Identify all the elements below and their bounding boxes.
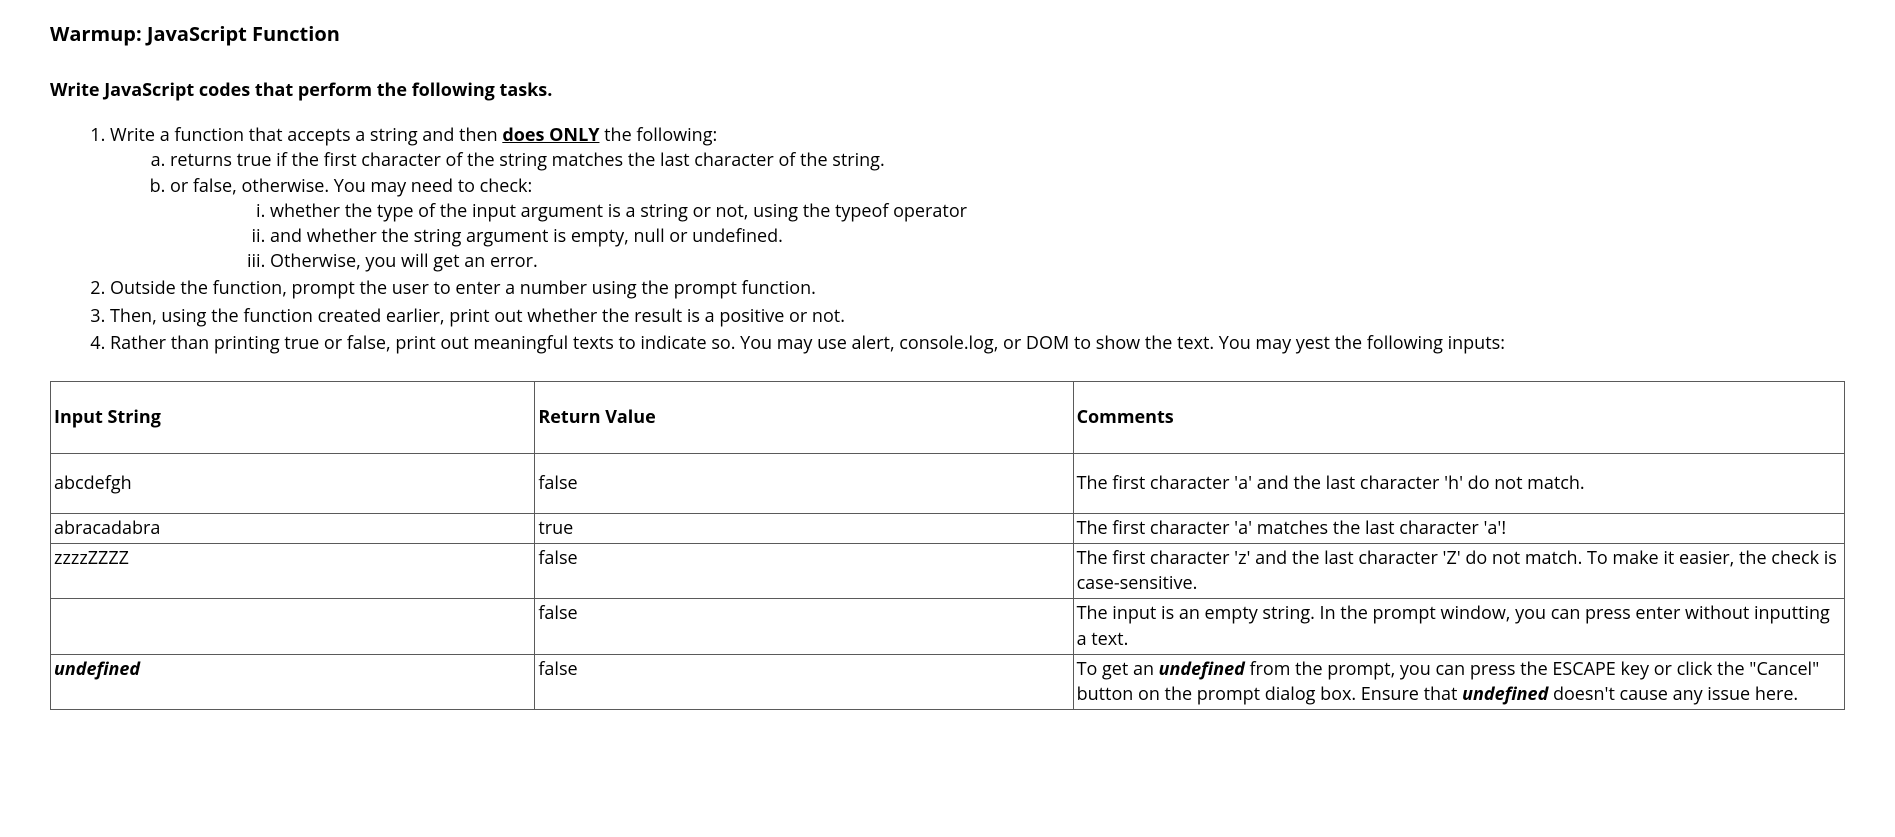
list-item-4: Rather than printing true or false, prin… [110, 331, 1845, 356]
item1-bold: does ONLY [502, 123, 599, 147]
item1b-iii: Otherwise, you will get an error. [270, 249, 1845, 274]
cell-return: true [535, 513, 1073, 543]
item1b-ii: and whether the string argument is empty… [270, 224, 1845, 249]
table-header-row: Input String Return Value Comments [51, 381, 1845, 453]
cell-comment: The first character 'a' matches the last… [1073, 513, 1844, 543]
cell-input: abracadabra [51, 513, 535, 543]
cell-input: abcdefgh [51, 453, 535, 513]
page-title: Warmup: JavaScript Function [50, 20, 1845, 48]
table-row: abcdefghfalseThe first character 'a' and… [51, 453, 1845, 513]
instruction-text: Write JavaScript codes that perform the … [50, 78, 1845, 103]
cell-comment: The first character 'z' and the last cha… [1073, 544, 1844, 599]
th-input: Input String [51, 381, 535, 453]
table-row: undefinedfalseTo get an undefined from t… [51, 654, 1845, 709]
list-item-3: Then, using the function created earlier… [110, 304, 1845, 329]
th-comments: Comments [1073, 381, 1844, 453]
item1b-i: whether the type of the input argument i… [270, 199, 1845, 224]
cell-input [51, 599, 535, 654]
table-row: abracadabratrueThe first character 'a' m… [51, 513, 1845, 543]
item1-post: the following: [599, 123, 717, 147]
cell-return: false [535, 544, 1073, 599]
list-item-1: Write a function that accepts a string a… [110, 123, 1845, 274]
cell-comment: To get an undefined from the prompt, you… [1073, 654, 1844, 709]
table-row: falseThe input is an empty string. In th… [51, 599, 1845, 654]
item1b: or false, otherwise. You may need to che… [170, 174, 1845, 275]
table-body: abcdefghfalseThe first character 'a' and… [51, 453, 1845, 709]
main-ordered-list: Write a function that accepts a string a… [110, 123, 1845, 356]
examples-table: Input String Return Value Comments abcde… [50, 381, 1845, 710]
list-item-2: Outside the function, prompt the user to… [110, 276, 1845, 301]
item1-pre: Write a function that accepts a string a… [110, 123, 502, 147]
cell-comment: The first character 'a' and the last cha… [1073, 453, 1844, 513]
table-row: zzzzZZZZfalseThe first character 'z' and… [51, 544, 1845, 599]
cell-comment: The input is an empty string. In the pro… [1073, 599, 1844, 654]
sublist-1: returns true if the first character of t… [170, 148, 1845, 274]
cell-input: zzzzZZZZ [51, 544, 535, 599]
cell-return: false [535, 599, 1073, 654]
item1a: returns true if the first character of t… [170, 148, 1845, 173]
cell-return: false [535, 453, 1073, 513]
cell-input: undefined [51, 654, 535, 709]
th-return: Return Value [535, 381, 1073, 453]
cell-return: false [535, 654, 1073, 709]
sublist-1b: whether the type of the input argument i… [270, 199, 1845, 275]
item1b-text: or false, otherwise. You may need to che… [170, 174, 532, 198]
